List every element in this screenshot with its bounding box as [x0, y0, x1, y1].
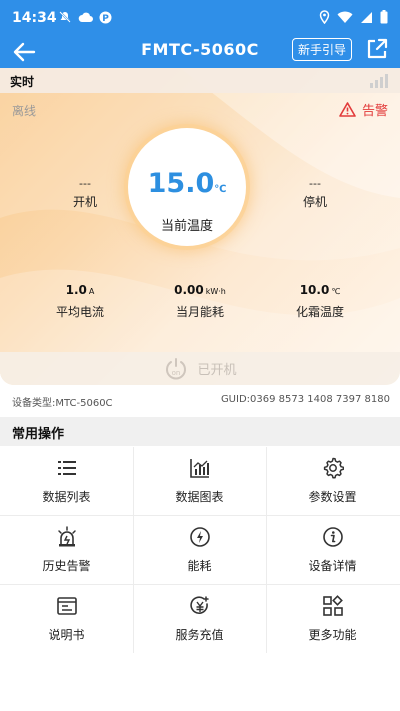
- svg-text:P: P: [102, 14, 109, 24]
- gear-icon: [323, 457, 344, 479]
- op-more-functions[interactable]: 更多功能: [266, 585, 399, 653]
- metric-unit: kW·h: [205, 287, 226, 296]
- metric-label: 化霜温度: [295, 305, 344, 319]
- device-type: 设备类型:MTC-5060C: [12, 398, 113, 409]
- realtime-header: 实时: [0, 68, 400, 93]
- op-device-details[interactable]: 设备详情: [266, 516, 399, 584]
- metric-value: 10.0: [299, 283, 330, 297]
- op-label: 数据图表: [175, 490, 224, 504]
- common-operations-header: 常用操作: [0, 417, 400, 446]
- metric-monthly-energy: 0.00 kW·h 当月能耗: [150, 283, 250, 320]
- beginner-guide-button[interactable]: 新手引导: [292, 38, 352, 61]
- temperature-gauge: 15.0℃ 当前温度: [128, 128, 246, 246]
- manual-icon: [56, 597, 77, 615]
- realtime-label: 实时: [10, 75, 35, 89]
- metric-value: 0.00: [174, 283, 204, 297]
- status-right-icons: [319, 10, 388, 24]
- info-icon: [322, 527, 343, 547]
- connection-status: 离线: [12, 104, 37, 118]
- current-temperature-value: 15.0: [147, 168, 215, 199]
- op-label: 参数设置: [308, 490, 357, 504]
- yuan-recharge-icon: [189, 596, 209, 614]
- op-data-chart[interactable]: 数据图表: [133, 447, 266, 515]
- signal-icon: [361, 11, 372, 23]
- metric-label: 当月能耗: [175, 305, 224, 319]
- status-left-icons: P: [58, 10, 112, 24]
- alarm-label: 告警: [361, 104, 388, 119]
- op-parameter-settings[interactable]: 参数设置: [266, 447, 399, 515]
- current-temperature-label: 当前温度: [160, 219, 213, 234]
- stop-value: ---: [309, 177, 321, 190]
- battery-icon: [380, 10, 388, 24]
- p-app-icon: P: [99, 11, 112, 24]
- common-operations-title: 常用操作: [12, 427, 65, 442]
- nav-bar: FMTC-5060C 新手引导: [0, 36, 400, 68]
- metric-unit: ℃: [331, 287, 341, 296]
- op-label: 更多功能: [308, 628, 357, 642]
- metric-label: 平均电流: [55, 305, 104, 319]
- signal-strength-icon: [370, 72, 388, 88]
- cloud-icon: [78, 12, 93, 22]
- power-toggle[interactable]: on 已开机: [0, 352, 400, 385]
- alarm-lamp-icon: [57, 526, 76, 547]
- metric-average-current: 1.0 A 平均电流: [30, 283, 130, 320]
- op-label: 数据列表: [42, 490, 91, 504]
- grid-apps-icon: [322, 595, 343, 616]
- power-on-icon: on: [166, 357, 187, 379]
- stop-info: --- 停机: [275, 178, 355, 210]
- metric-unit: A: [88, 287, 95, 296]
- stop-label: 停机: [302, 195, 327, 209]
- bar-chart-icon: [189, 459, 209, 478]
- lightning-icon: [189, 527, 210, 547]
- op-energy[interactable]: 能耗: [133, 516, 266, 584]
- start-label: 开机: [72, 195, 97, 209]
- wifi-icon: [337, 11, 353, 23]
- power-state-label: 已开机: [197, 363, 237, 378]
- op-label: 能耗: [187, 559, 212, 573]
- current-temperature: 15.0℃: [128, 168, 246, 199]
- start-value: ---: [79, 177, 91, 190]
- status-bar: 14:34 P: [0, 0, 400, 36]
- mute-notification-icon: [59, 11, 71, 23]
- op-label: 说明书: [48, 628, 85, 642]
- temperature-unit: ℃: [214, 184, 227, 195]
- op-manual[interactable]: 说明书: [0, 585, 133, 653]
- alarm-indicator[interactable]: 告警: [339, 100, 388, 119]
- start-info: --- 开机: [45, 178, 125, 210]
- op-label: 历史告警: [42, 559, 91, 573]
- op-service-recharge[interactable]: 服务充值: [133, 585, 266, 653]
- op-label: 服务充值: [175, 628, 224, 642]
- op-label: 设备详情: [308, 559, 357, 573]
- metric-defrost-temperature: 10.0 ℃ 化霜温度: [270, 283, 370, 320]
- metric-value: 1.0: [65, 283, 87, 297]
- device-info: 设备类型:MTC-5060C GUID:0369 8573 1408 7397 …: [0, 392, 400, 409]
- warning-icon: [339, 102, 356, 117]
- device-guid: GUID:0369 8573 1408 7397 8180: [220, 394, 390, 405]
- share-icon[interactable]: [364, 36, 390, 62]
- op-data-list[interactable]: 数据列表: [0, 447, 133, 515]
- power-on-icon-text: on: [172, 369, 181, 377]
- op-alarm-history[interactable]: 历史告警: [0, 516, 133, 584]
- list-icon: [57, 461, 76, 475]
- realtime-card: 实时 离线 告警 --- 开机 15.0℃ 当前温度 --- 停机 1.0 A 平…: [0, 68, 400, 385]
- location-icon: [319, 10, 330, 24]
- status-time: 14:34: [12, 10, 57, 26]
